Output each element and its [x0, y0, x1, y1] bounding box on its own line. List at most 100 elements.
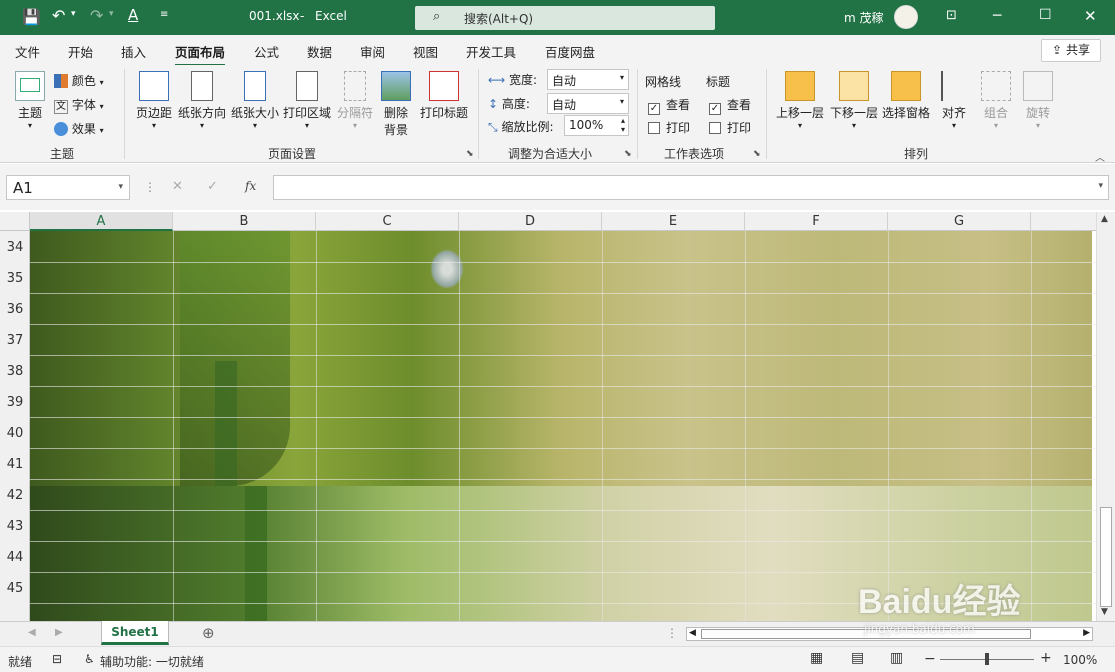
row-header-42[interactable]: 42	[0, 488, 30, 503]
column-header-d[interactable]: D	[459, 212, 602, 231]
user-name[interactable]: m 茂稼	[844, 9, 884, 26]
save-icon[interactable]: 💾	[22, 8, 41, 26]
zoom-slider-thumb[interactable]	[985, 653, 989, 665]
selection-pane-button[interactable]: 选择窗格	[880, 71, 932, 121]
size-button[interactable]: 纸张大小 ▾	[229, 71, 281, 130]
margins-button[interactable]: 页边距 ▾	[132, 71, 176, 130]
rotate-icon	[1023, 71, 1053, 101]
page-layout-view-icon[interactable]: ▤	[851, 650, 864, 666]
bring-forward-button[interactable]: 上移一层 ▾	[774, 71, 826, 130]
headings-print-checkbox[interactable]: 打印	[709, 119, 751, 136]
sheet-tab-sheet1[interactable]: Sheet1	[101, 621, 169, 645]
formula-bar: A1 ▾ ⋮ ✕ ✓ fx ▾	[0, 164, 1115, 210]
column-header-e[interactable]: E	[602, 212, 745, 231]
vertical-scroll-thumb[interactable]	[1100, 507, 1112, 607]
row-header-43[interactable]: 43	[0, 519, 30, 534]
search-box[interactable]: ⌕ 搜索(Alt+Q)	[415, 6, 715, 30]
fonts-button[interactable]: 文 字体 ▾	[54, 96, 104, 114]
tab-formulas[interactable]: 公式	[254, 42, 279, 61]
row-header-34[interactable]: 34	[0, 240, 30, 255]
vertical-scrollbar[interactable]: ▲ ▼	[1096, 212, 1115, 621]
chevron-down-icon: ▾	[951, 121, 956, 130]
share-button[interactable]: ⇪ 共享	[1041, 39, 1101, 62]
effects-button[interactable]: 效果 ▾	[54, 120, 104, 137]
gridlines-view-checkbox[interactable]: ✓ 查看	[648, 96, 690, 115]
colors-button[interactable]: 颜色 ▾	[54, 72, 104, 89]
scroll-up-icon[interactable]: ▲	[1101, 214, 1108, 224]
zoom-out-icon[interactable]: −	[924, 651, 936, 667]
print-area-button[interactable]: 打印区域 ▾	[282, 71, 332, 130]
column-header-b[interactable]: B	[173, 212, 316, 231]
collapse-ribbon-icon[interactable]: ︿	[1095, 149, 1105, 164]
maximize-icon[interactable]: ☐	[1039, 7, 1052, 23]
undo-dropdown-icon[interactable]: ▾	[71, 9, 76, 19]
chevron-down-icon[interactable]: ▾	[118, 182, 123, 192]
tab-baidu-netdisk[interactable]: 百度网盘	[545, 42, 595, 61]
close-icon[interactable]: ✕	[1084, 7, 1097, 25]
spinner-arrows-icon[interactable]: ▴ ▾	[621, 116, 625, 134]
avatar[interactable]	[894, 5, 918, 29]
row-header-36[interactable]: 36	[0, 302, 30, 317]
orientation-button[interactable]: 纸张方向 ▾	[176, 71, 228, 130]
row-headers: 34 35 36 37 38 39 40 41 42 43 44 45	[0, 231, 30, 621]
align-button[interactable]: 对齐 ▾	[938, 71, 970, 130]
column-header-c[interactable]: C	[316, 212, 459, 231]
font-color-icon[interactable]: A	[128, 6, 138, 24]
column-gridline	[1031, 231, 1032, 621]
zoom-in-icon[interactable]: +	[1040, 650, 1052, 666]
column-header-g[interactable]: G	[888, 212, 1031, 231]
row-header-35[interactable]: 35	[0, 271, 30, 286]
name-box[interactable]: A1 ▾	[6, 175, 130, 200]
tab-home[interactable]: 开始	[68, 42, 93, 61]
normal-view-icon[interactable]: ▦	[810, 650, 823, 666]
scale-spinner[interactable]: 100% ▴ ▾	[564, 115, 629, 136]
row-header-39[interactable]: 39	[0, 395, 30, 410]
column-header-a[interactable]: A	[30, 212, 173, 231]
tab-review[interactable]: 审阅	[360, 42, 385, 61]
add-sheet-icon[interactable]: ⊕	[202, 624, 215, 642]
row-header-45[interactable]: 45	[0, 581, 30, 596]
next-sheet-icon[interactable]: ▶	[55, 627, 63, 638]
ribbon-display-icon[interactable]: ⊡	[946, 8, 957, 23]
send-backward-button[interactable]: 下移一层 ▾	[828, 71, 880, 130]
send-backward-label: 下移一层	[829, 106, 878, 120]
tab-page-layout[interactable]: 页面布局	[175, 42, 226, 67]
row-header-44[interactable]: 44	[0, 550, 30, 565]
expand-formula-icon[interactable]: ▾	[1098, 181, 1103, 191]
row-header-40[interactable]: 40	[0, 426, 30, 441]
tab-split-handle-icon[interactable]: ⋮	[666, 626, 678, 640]
insert-function-icon[interactable]: fx	[245, 179, 256, 193]
dialog-launcher-icon[interactable]: ⬊	[624, 149, 632, 159]
zoom-level[interactable]: 100%	[1063, 653, 1097, 667]
tab-developer[interactable]: 开发工具	[466, 42, 516, 61]
scroll-left-icon[interactable]: ◀	[689, 628, 696, 638]
themes-button[interactable]: 主题 ▾	[12, 71, 48, 130]
column-header-f[interactable]: F	[745, 212, 888, 231]
row-header-41[interactable]: 41	[0, 457, 30, 472]
row-header-38[interactable]: 38	[0, 364, 30, 379]
prev-sheet-icon[interactable]: ◀	[28, 627, 36, 638]
accessibility-status[interactable]: 辅助功能: 一切就绪	[100, 653, 204, 670]
dialog-launcher-icon[interactable]: ⬊	[753, 149, 761, 159]
tab-data[interactable]: 数据	[307, 42, 332, 61]
zoom-slider[interactable]	[940, 653, 1034, 665]
headings-view-checkbox[interactable]: ✓ 查看	[709, 96, 751, 115]
page-break-preview-icon[interactable]: ▥	[890, 650, 903, 666]
print-titles-button[interactable]: 打印标题	[418, 71, 470, 121]
select-all-corner[interactable]	[0, 212, 30, 231]
minimize-icon[interactable]: ─	[993, 8, 1001, 24]
height-dropdown[interactable]: 自动 ▾	[547, 93, 629, 114]
customize-qat-icon[interactable]: ≡	[160, 9, 168, 20]
delete-background-button[interactable]: 删除 背景	[380, 71, 412, 138]
macro-record-icon[interactable]: ⊟	[52, 652, 62, 666]
undo-icon[interactable]: ↶	[52, 6, 65, 25]
dialog-launcher-icon[interactable]: ⬊	[466, 149, 474, 159]
scroll-down-icon[interactable]: ▼	[1101, 607, 1108, 617]
tab-insert[interactable]: 插入	[121, 42, 146, 61]
tab-file[interactable]: 文件	[15, 42, 40, 61]
width-dropdown[interactable]: 自动 ▾	[547, 69, 629, 90]
tab-view[interactable]: 视图	[413, 42, 438, 61]
gridlines-print-checkbox[interactable]: 打印	[648, 119, 690, 136]
formula-input[interactable]: ▾	[273, 175, 1109, 200]
row-header-37[interactable]: 37	[0, 333, 30, 348]
